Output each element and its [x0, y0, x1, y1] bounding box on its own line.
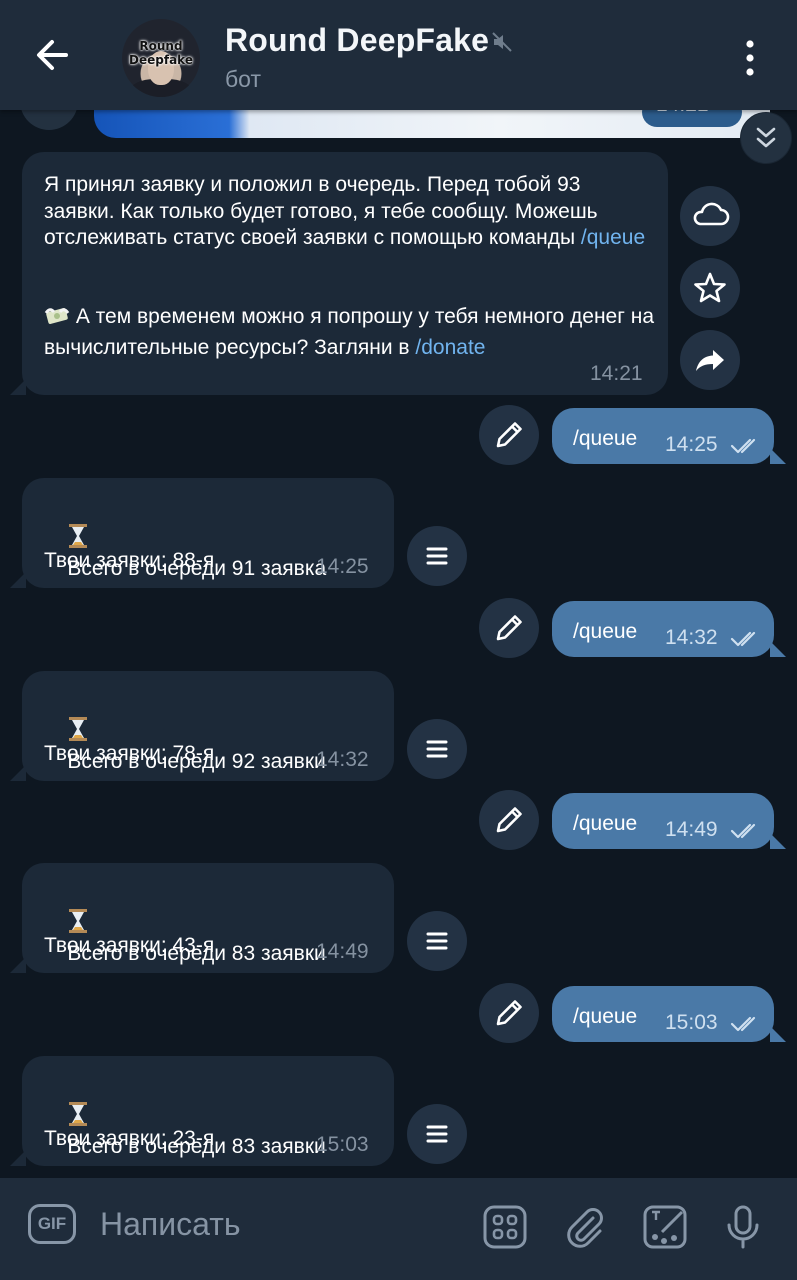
menu-button[interactable]: [407, 1104, 467, 1164]
favorite-button[interactable]: [680, 258, 740, 318]
outgoing-message[interactable]: /queue 15:03: [552, 986, 774, 1042]
attach-button[interactable]: [562, 1204, 608, 1250]
menu-button[interactable]: [407, 719, 467, 779]
edit-button[interactable]: [479, 983, 539, 1043]
menu-button[interactable]: [407, 911, 467, 971]
pencil-icon: [496, 807, 522, 833]
speaker-muted-icon: [490, 30, 514, 54]
menu-lines-icon: [426, 547, 448, 565]
bubble-tail: [770, 833, 786, 849]
queue-position: Твои заявки: 43-я: [44, 934, 215, 957]
double-check-icon: [730, 823, 756, 839]
queue-position: Твои заявки: 78-я: [44, 742, 215, 765]
chat-title[interactable]: Round DeepFake: [225, 22, 489, 59]
incoming-message[interactable]: Всего в очереди 91 заявка Твои заявки: 8…: [22, 478, 394, 588]
bubble-tail: [770, 448, 786, 464]
message-input[interactable]: Написать: [100, 1206, 241, 1243]
outgoing-message[interactable]: /queue 14:32: [552, 601, 774, 657]
avatar[interactable]: Round Deepfake: [122, 19, 200, 97]
incoming-message[interactable]: Всего в очереди 83 заявки Твои заявки: 4…: [22, 863, 394, 973]
bubble-tail: [10, 1150, 26, 1166]
outgoing-message[interactable]: /queue 14:25: [552, 408, 774, 464]
incoming-message[interactable]: Всего в очереди 83 заявки Твои заявки: 2…: [22, 1056, 394, 1166]
edit-button[interactable]: [479, 790, 539, 850]
message-text: /queue: [573, 1005, 638, 1028]
paint-palette-icon: [643, 1205, 687, 1249]
message-text: Я принял заявку и положил в очередь. Пер…: [44, 173, 646, 249]
money-wings-emoji: [44, 305, 70, 335]
bubble-tail: [10, 765, 26, 781]
cloud-icon: [693, 202, 730, 226]
queue-command-link[interactable]: /queue: [581, 226, 645, 249]
scroll-down-button[interactable]: [740, 112, 792, 164]
chat-header: Round Deepfake Round DeepFake бот: [0, 0, 797, 110]
bubble-tail: [770, 1026, 786, 1042]
message-time: 14:25: [316, 555, 369, 578]
bot-menu-button[interactable]: [482, 1204, 528, 1250]
incoming-message[interactable]: Всего в очереди 92 заявки Твои заявки: 7…: [22, 671, 394, 781]
edit-button[interactable]: [479, 405, 539, 465]
incoming-message[interactable]: Я принял заявку и положил в очередь. Пер…: [22, 152, 668, 395]
paperclip-icon: [567, 1208, 603, 1248]
more-options-button[interactable]: [735, 36, 765, 80]
kebab-menu-icon: [746, 40, 754, 76]
message-text-2: А тем временем можно я попрошу у тебя не…: [44, 305, 660, 359]
bubble-tail: [10, 379, 26, 395]
queue-position: Твои заявки: 23-я: [44, 1127, 215, 1150]
double-check-icon: [730, 438, 756, 454]
pencil-icon: [496, 615, 522, 641]
save-to-cloud-button[interactable]: [680, 186, 740, 246]
message-time: 15:03: [665, 1011, 718, 1034]
menu-lines-icon: [426, 932, 448, 950]
message-text: /queue: [573, 620, 638, 643]
outgoing-message[interactable]: /queue 14:49: [552, 793, 774, 849]
double-check-icon: [730, 1016, 756, 1032]
star-icon: [694, 272, 726, 303]
gif-button[interactable]: GIF: [28, 1204, 76, 1244]
forward-arrow-icon: [696, 350, 724, 371]
message-time: 14:49: [316, 940, 369, 963]
donate-command-link[interactable]: /donate: [415, 336, 485, 359]
bubble-tail: [10, 572, 26, 588]
pencil-icon: [496, 422, 522, 448]
message-time: 15:03: [316, 1133, 369, 1156]
back-button[interactable]: [28, 30, 78, 80]
message-time: 14:25: [665, 433, 718, 456]
message-time: 14:49: [665, 818, 718, 841]
bubble-tail: [770, 641, 786, 657]
chevron-double-down-icon: [756, 127, 776, 148]
voice-record-button[interactable]: [720, 1204, 766, 1250]
arrow-left-icon: [37, 40, 68, 70]
avatar-logo: Round Deepfake: [129, 39, 193, 67]
grid-icon: [483, 1205, 527, 1249]
chat-subtitle: бот: [225, 66, 261, 92]
message-time: 14:21: [590, 362, 643, 385]
queue-position: Твои заявки: 88-я: [44, 549, 215, 572]
microphone-icon: [727, 1205, 759, 1249]
menu-lines-icon: [426, 740, 448, 758]
message-time: 14:32: [316, 748, 369, 771]
edit-button[interactable]: [479, 598, 539, 658]
message-text: /queue: [573, 812, 638, 835]
message-composer: GIF Написать: [0, 1178, 797, 1280]
double-check-icon: [730, 631, 756, 647]
message-text: /queue: [573, 427, 638, 450]
message-time: 14:32: [665, 626, 718, 649]
forward-button[interactable]: [680, 330, 740, 390]
bubble-tail: [10, 957, 26, 973]
pencil-icon: [496, 1000, 522, 1026]
menu-button[interactable]: [407, 526, 467, 586]
sticker-button[interactable]: [642, 1204, 688, 1250]
menu-lines-icon: [426, 1125, 448, 1143]
